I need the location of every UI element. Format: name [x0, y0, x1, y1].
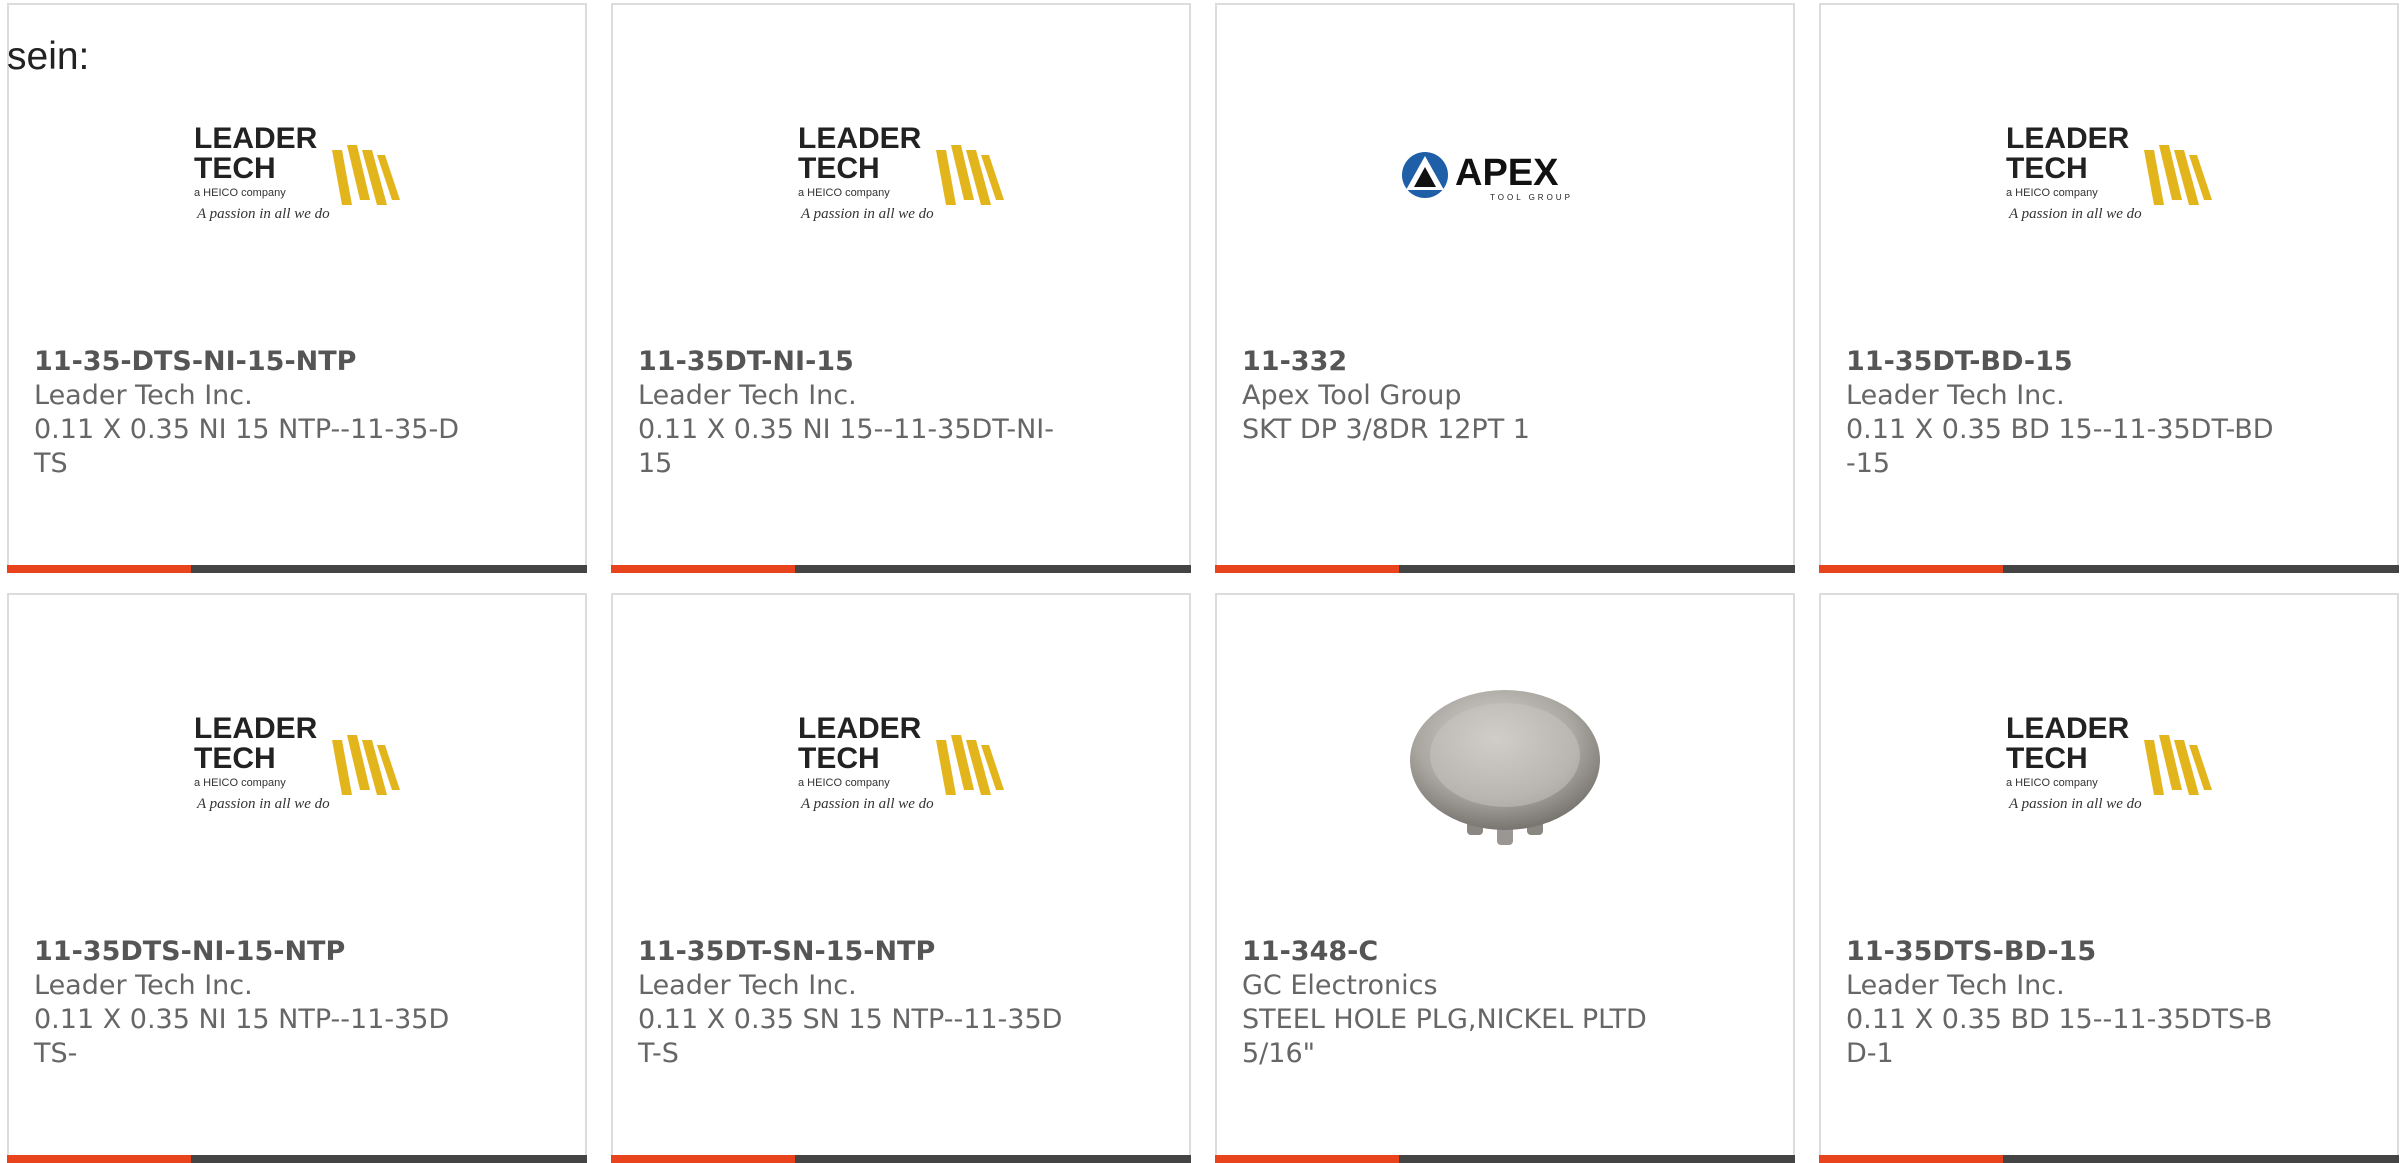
manufacturer: Leader Tech Inc. — [34, 380, 253, 411]
description: STEEL HOLE PLG,NICKEL PLTD 5/16" — [1242, 1004, 1647, 1069]
intro-text: sein: — [7, 35, 90, 78]
card-bottom-bar — [611, 1155, 1191, 1163]
manufacturer: Leader Tech Inc. — [638, 970, 857, 1001]
product-image: LEADER TECH a HEICO company A passion in… — [613, 95, 1189, 255]
leader-tech-logo: LEADER TECH a HEICO company A passion in… — [798, 712, 1004, 812]
svg-text:a HEICO company: a HEICO company — [2006, 187, 2098, 199]
svg-text:TECH: TECH — [2006, 152, 2088, 185]
card-bottom-bar — [1215, 565, 1795, 573]
svg-text:LEADER: LEADER — [798, 122, 922, 155]
svg-text:a HEICO company: a HEICO company — [194, 777, 286, 789]
manufacturer: Leader Tech Inc. — [1846, 380, 2065, 411]
svg-text:TECH: TECH — [798, 742, 880, 775]
leader-tech-logo: LEADER TECH a HEICO company A passion in… — [2006, 122, 2212, 222]
svg-text:A passion in all we do: A passion in all we do — [800, 206, 934, 222]
svg-text:A passion in all we do: A passion in all we do — [196, 796, 330, 812]
part-number[interactable]: 11-35-DTS-NI-15-NTP — [34, 345, 464, 379]
card-bottom-bar — [1819, 565, 2399, 573]
description: 0.11 X 0.35 BD 15--11-35DTS-BD-1 — [1846, 1004, 2273, 1069]
manufacturer: Apex Tool Group — [1242, 380, 1462, 411]
card-bottom-bar — [611, 565, 1191, 573]
hole-plug-image — [1410, 690, 1600, 845]
part-number[interactable]: 11-35DTS-BD-15 — [1846, 935, 2276, 969]
part-number[interactable]: 11-332 — [1242, 345, 1672, 379]
description: 0.11 X 0.35 SN 15 NTP--11-35DT-S — [638, 1004, 1063, 1069]
product-card[interactable]: 11-348-C GC Electronics STEEL HOLE PLG,N… — [1215, 593, 1795, 1163]
product-card[interactable]: LEADER TECH a HEICO company A passion in… — [7, 3, 587, 573]
manufacturer: Leader Tech Inc. — [1846, 970, 2065, 1001]
product-image: LEADER TECH a HEICO company A passion in… — [9, 685, 585, 845]
svg-text:A passion in all we do: A passion in all we do — [196, 206, 330, 222]
svg-text:A passion in all we do: A passion in all we do — [800, 796, 934, 812]
manufacturer: Leader Tech Inc. — [34, 970, 253, 1001]
card-bottom-bar — [7, 565, 587, 573]
leader-tech-logo: LEADER TECH a HEICO company A passion in… — [2006, 712, 2212, 812]
part-number[interactable]: 11-35DT-NI-15 — [638, 345, 1068, 379]
svg-text:APEX: APEX — [1455, 152, 1559, 194]
svg-text:LEADER: LEADER — [194, 122, 318, 155]
leader-tech-logo: LEADER TECH a HEICO company A passion in… — [194, 122, 400, 222]
product-card[interactable]: LEADER TECH a HEICO company A passion in… — [611, 3, 1191, 573]
description: 0.11 X 0.35 NI 15 NTP--11-35DTS- — [34, 1004, 450, 1069]
svg-text:a HEICO company: a HEICO company — [798, 187, 890, 199]
product-card[interactable]: LEADER TECH a HEICO company A passion in… — [7, 593, 587, 1163]
svg-text:a HEICO company: a HEICO company — [2006, 777, 2098, 789]
description: 0.11 X 0.35 BD 15--11-35DT-BD-15 — [1846, 414, 2274, 479]
manufacturer: Leader Tech Inc. — [638, 380, 857, 411]
product-image: LEADER TECH a HEICO company A passion in… — [9, 95, 585, 255]
product-image — [1217, 685, 1793, 845]
svg-text:a HEICO company: a HEICO company — [798, 777, 890, 789]
leader-tech-logo: LEADER TECH a HEICO company A passion in… — [194, 712, 400, 812]
part-number[interactable]: 11-35DT-SN-15-NTP — [638, 935, 1068, 969]
card-bottom-bar — [1215, 1155, 1795, 1163]
svg-text:TECH: TECH — [798, 152, 880, 185]
svg-text:TOOL GROUP: TOOL GROUP — [1490, 193, 1573, 202]
product-image: APEX TOOL GROUP — [1217, 95, 1793, 255]
svg-text:A passion in all we do: A passion in all we do — [2008, 796, 2142, 812]
card-bottom-bar — [1819, 1155, 2399, 1163]
part-number[interactable]: 11-35DTS-NI-15-NTP — [34, 935, 464, 969]
description: 0.11 X 0.35 NI 15 NTP--11-35-DTS — [34, 414, 460, 479]
product-card[interactable]: LEADER TECH a HEICO company A passion in… — [1819, 593, 2399, 1163]
product-card[interactable]: LEADER TECH a HEICO company A passion in… — [611, 593, 1191, 1163]
svg-text:LEADER: LEADER — [798, 712, 922, 745]
product-image: LEADER TECH a HEICO company A passion in… — [613, 685, 1189, 845]
svg-text:A passion in all we do: A passion in all we do — [2008, 206, 2142, 222]
product-image: LEADER TECH a HEICO company A passion in… — [1821, 95, 2397, 255]
svg-text:LEADER: LEADER — [194, 712, 318, 745]
leader-tech-logo: LEADER TECH a HEICO company A passion in… — [798, 122, 1004, 222]
product-card[interactable]: APEX TOOL GROUP 11-332 Apex Tool Group S… — [1215, 3, 1795, 573]
svg-text:TECH: TECH — [194, 152, 276, 185]
apex-tool-group-logo: APEX TOOL GROUP — [1402, 152, 1573, 202]
description: SKT DP 3/8DR 12PT 1 — [1242, 414, 1530, 445]
svg-text:TECH: TECH — [2006, 742, 2088, 775]
product-grid: LEADER TECH a HEICO company A passion in… — [0, 0, 2400, 1163]
product-image: LEADER TECH a HEICO company A passion in… — [1821, 685, 2397, 845]
svg-text:LEADER: LEADER — [2006, 122, 2130, 155]
svg-text:a HEICO company: a HEICO company — [194, 187, 286, 199]
part-number[interactable]: 11-348-C — [1242, 935, 1672, 969]
svg-text:LEADER: LEADER — [2006, 712, 2130, 745]
svg-text:TECH: TECH — [194, 742, 276, 775]
description: 0.11 X 0.35 NI 15--11-35DT-NI-15 — [638, 414, 1054, 479]
card-bottom-bar — [7, 1155, 587, 1163]
manufacturer: GC Electronics — [1242, 970, 1438, 1001]
part-number[interactable]: 11-35DT-BD-15 — [1846, 345, 2276, 379]
product-card[interactable]: LEADER TECH a HEICO company A passion in… — [1819, 3, 2399, 573]
